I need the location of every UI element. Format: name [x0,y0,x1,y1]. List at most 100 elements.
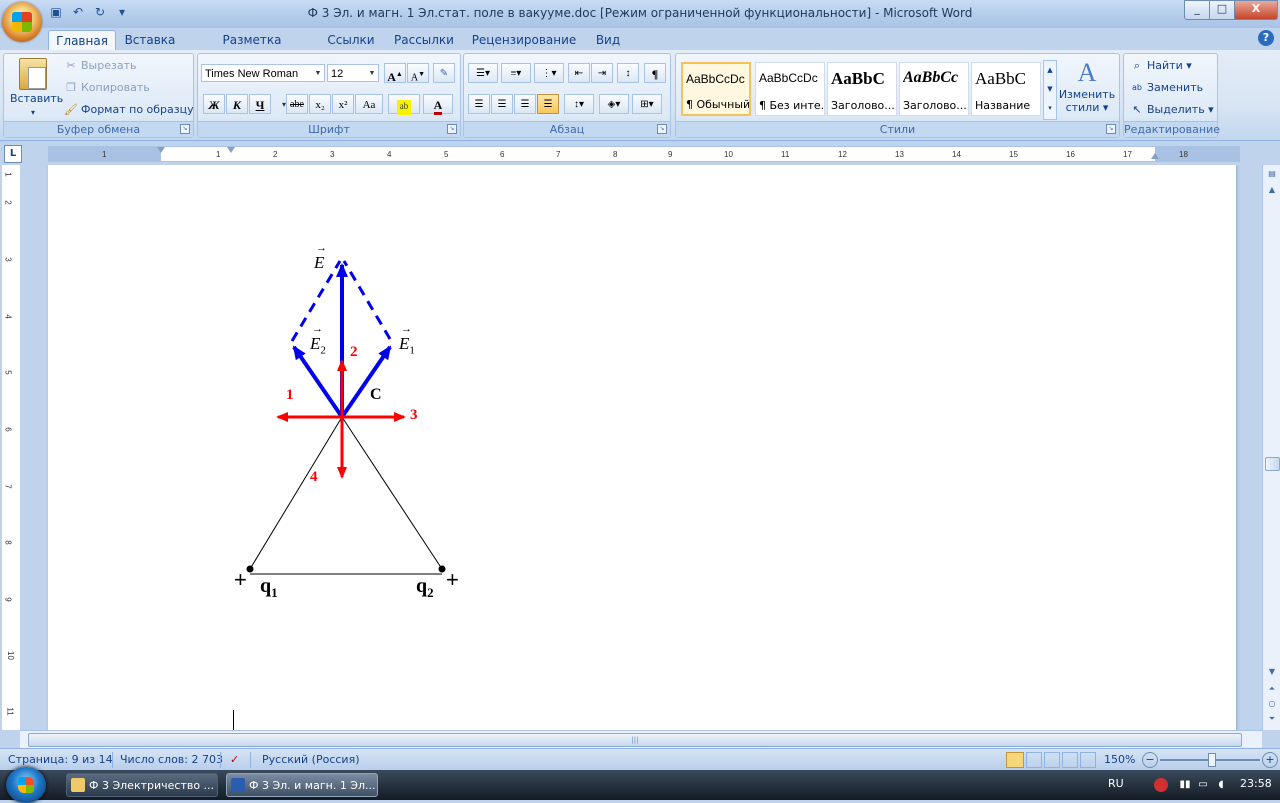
numbering-button[interactable]: ≡▾ [501,63,531,83]
undo-icon[interactable]: ↶ [70,4,86,20]
zoom-in-icon[interactable]: + [1262,752,1278,768]
superscript-button[interactable]: x² [332,94,354,114]
styles-launcher-icon[interactable]: ↘ [1106,124,1116,134]
styles-scroll[interactable]: ▲ ▼ ▾ [1043,60,1057,120]
change-styles-button[interactable]: A Изменить стили ▾ [1058,58,1116,114]
sort-button[interactable]: ↕ [617,63,639,83]
tab-insert[interactable]: Вставка [122,30,178,50]
network-icon[interactable]: ▮▮ [1178,778,1192,792]
web-layout-icon[interactable] [1044,752,1060,768]
cut-button[interactable]: ✂ Вырезать [64,59,136,73]
tab-review[interactable]: Рецензирование [470,30,578,50]
outline-view-icon[interactable] [1062,752,1078,768]
scroll-down-icon[interactable]: ▼ [1265,665,1279,679]
highlight-button[interactable]: ab [388,94,420,115]
find-button[interactable]: ⌕ Найти ▾ [1130,59,1192,73]
print-layout-icon[interactable] [1006,752,1024,768]
increase-indent-button[interactable]: ⇥ [591,63,613,83]
close-button[interactable]: X [1234,0,1278,20]
style-no-spacing[interactable]: AaBbCcDc ¶ Без инте... [755,62,825,116]
spelling-check-icon[interactable]: ✓ [230,753,239,766]
paste-button[interactable]: Вставить ▾ [10,58,63,118]
clear-formatting-button[interactable]: ✎ [433,63,455,83]
font-color-button[interactable]: A [423,94,453,115]
tab-home[interactable]: Главная [48,30,116,51]
redo-icon[interactable]: ↻ [92,4,108,20]
font-name-combo[interactable]: Times New Roman ▼ [201,64,325,82]
horizontal-scroll-thumb[interactable]: ||| [28,733,1242,747]
justify-button[interactable]: ☰ [537,94,559,114]
zoom-slider-thumb[interactable] [1208,753,1216,767]
grow-font-button[interactable]: A▲ [384,63,406,84]
clipboard-launcher-icon[interactable]: ↘ [180,124,190,134]
bold-button[interactable]: Ж [203,94,225,114]
show-marks-button[interactable]: ¶ [644,63,666,83]
clock[interactable]: 23:58 [1240,777,1272,790]
tab-mailings[interactable]: Рассылки [390,30,458,50]
format-painter-button[interactable]: 🖌 Формат по образцу [64,103,194,117]
italic-button[interactable]: К [226,94,248,114]
first-line-indent-marker[interactable] [157,147,165,153]
customize-qat-icon[interactable]: ▾ [114,4,130,20]
align-center-button[interactable]: ☰ [491,94,513,114]
browse-object-icon[interactable]: ○ [1265,697,1279,711]
maximize-button[interactable]: □ [1209,0,1235,20]
multilevel-list-button[interactable]: ⋮▾ [534,63,564,83]
right-indent-marker[interactable] [1151,153,1159,159]
bullets-button[interactable]: ☰▾ [468,63,498,83]
font-launcher-icon[interactable]: ↘ [447,124,457,134]
start-button[interactable] [6,767,46,803]
change-case-button[interactable]: Aa [355,94,383,114]
style-heading-2[interactable]: AaBbCc Заголово... [899,62,969,116]
taskbar-item-1[interactable]: Ф 3 Электричество ... [66,773,218,797]
paragraph-launcher-icon[interactable]: ↘ [657,124,667,134]
select-button[interactable]: ↖ Выделить ▾ [1130,103,1213,117]
style-normal[interactable]: AaBbCcDc ¶ Обычный [681,62,751,116]
zoom-level[interactable]: 150% [1104,753,1135,766]
zoom-out-icon[interactable]: − [1142,752,1158,768]
style-heading-1[interactable]: AaBbC Заголово... [827,62,897,116]
ruler-toggle-icon[interactable]: ▤ [1265,167,1279,181]
font-size-combo[interactable]: 12 ▼ [327,64,379,82]
align-left-button[interactable]: ☰ [468,94,490,114]
antivirus-icon[interactable] [1154,778,1168,792]
language-indicator[interactable]: RU [1108,777,1124,790]
strikethrough-button[interactable]: abe [286,94,308,114]
horizontal-scrollbar[interactable]: ||| [20,730,1262,748]
help-icon[interactable]: ? [1258,30,1274,46]
status-word-count[interactable]: Число слов: 2 703 [120,753,223,766]
minimize-button[interactable]: _ [1184,0,1210,20]
office-button[interactable] [2,2,42,42]
draft-view-icon[interactable] [1080,752,1096,768]
taskbar-item-2[interactable]: Ф 3 Эл. и магн. 1 Эл... [226,773,378,797]
copy-button[interactable]: ❐ Копировать [64,81,150,95]
style-title[interactable]: AaBbC Название [971,62,1041,116]
replace-button[interactable]: ab Заменить [1130,81,1203,95]
full-screen-reading-icon[interactable] [1026,752,1042,768]
previous-page-icon[interactable]: ⏶ [1265,682,1279,696]
shading-button[interactable]: ◈▾ [599,94,629,114]
tab-stop-selector[interactable]: L [4,145,22,163]
vertical-scrollbar[interactable]: ▤ ▲ ▼ ⏶ ○ ⏷ [1262,165,1280,730]
decrease-indent-button[interactable]: ⇤ [568,63,590,83]
tab-references[interactable]: Ссылки [324,30,378,50]
status-language[interactable]: Русский (Россия) [262,753,360,766]
volume-icon[interactable]: ◖ [1214,778,1228,792]
next-page-icon[interactable]: ⏷ [1265,712,1279,726]
tab-page-layout[interactable]: Разметка страницы [190,30,314,67]
subscript-button[interactable]: x₂ [309,94,331,114]
save-icon[interactable]: ▣ [48,4,64,20]
horizontal-ruler[interactable]: 2 1 1 2 3 4 5 6 7 8 9 10 11 12 13 14 15 … [48,146,1240,162]
align-right-button[interactable]: ☰ [514,94,536,114]
vertical-scroll-thumb[interactable] [1265,457,1280,471]
vertical-ruler[interactable]: 1 2 3 4 5 6 7 8 9 10 11 [2,165,21,730]
underline-button[interactable]: Ч [249,94,271,114]
shrink-font-button[interactable]: A▼ [407,63,429,83]
line-spacing-button[interactable]: ↕▾ [564,94,594,114]
left-indent-marker[interactable] [227,147,235,153]
scroll-up-icon[interactable]: ▲ [1265,183,1279,197]
document-page[interactable]: → E → E2 → E1 2 1 3 4 C + + q1 q2 [48,165,1236,730]
status-page[interactable]: Страница: 9 из 14 [8,753,113,766]
borders-button[interactable]: ⊞▾ [632,94,662,114]
tab-view[interactable]: Вид [590,30,626,50]
